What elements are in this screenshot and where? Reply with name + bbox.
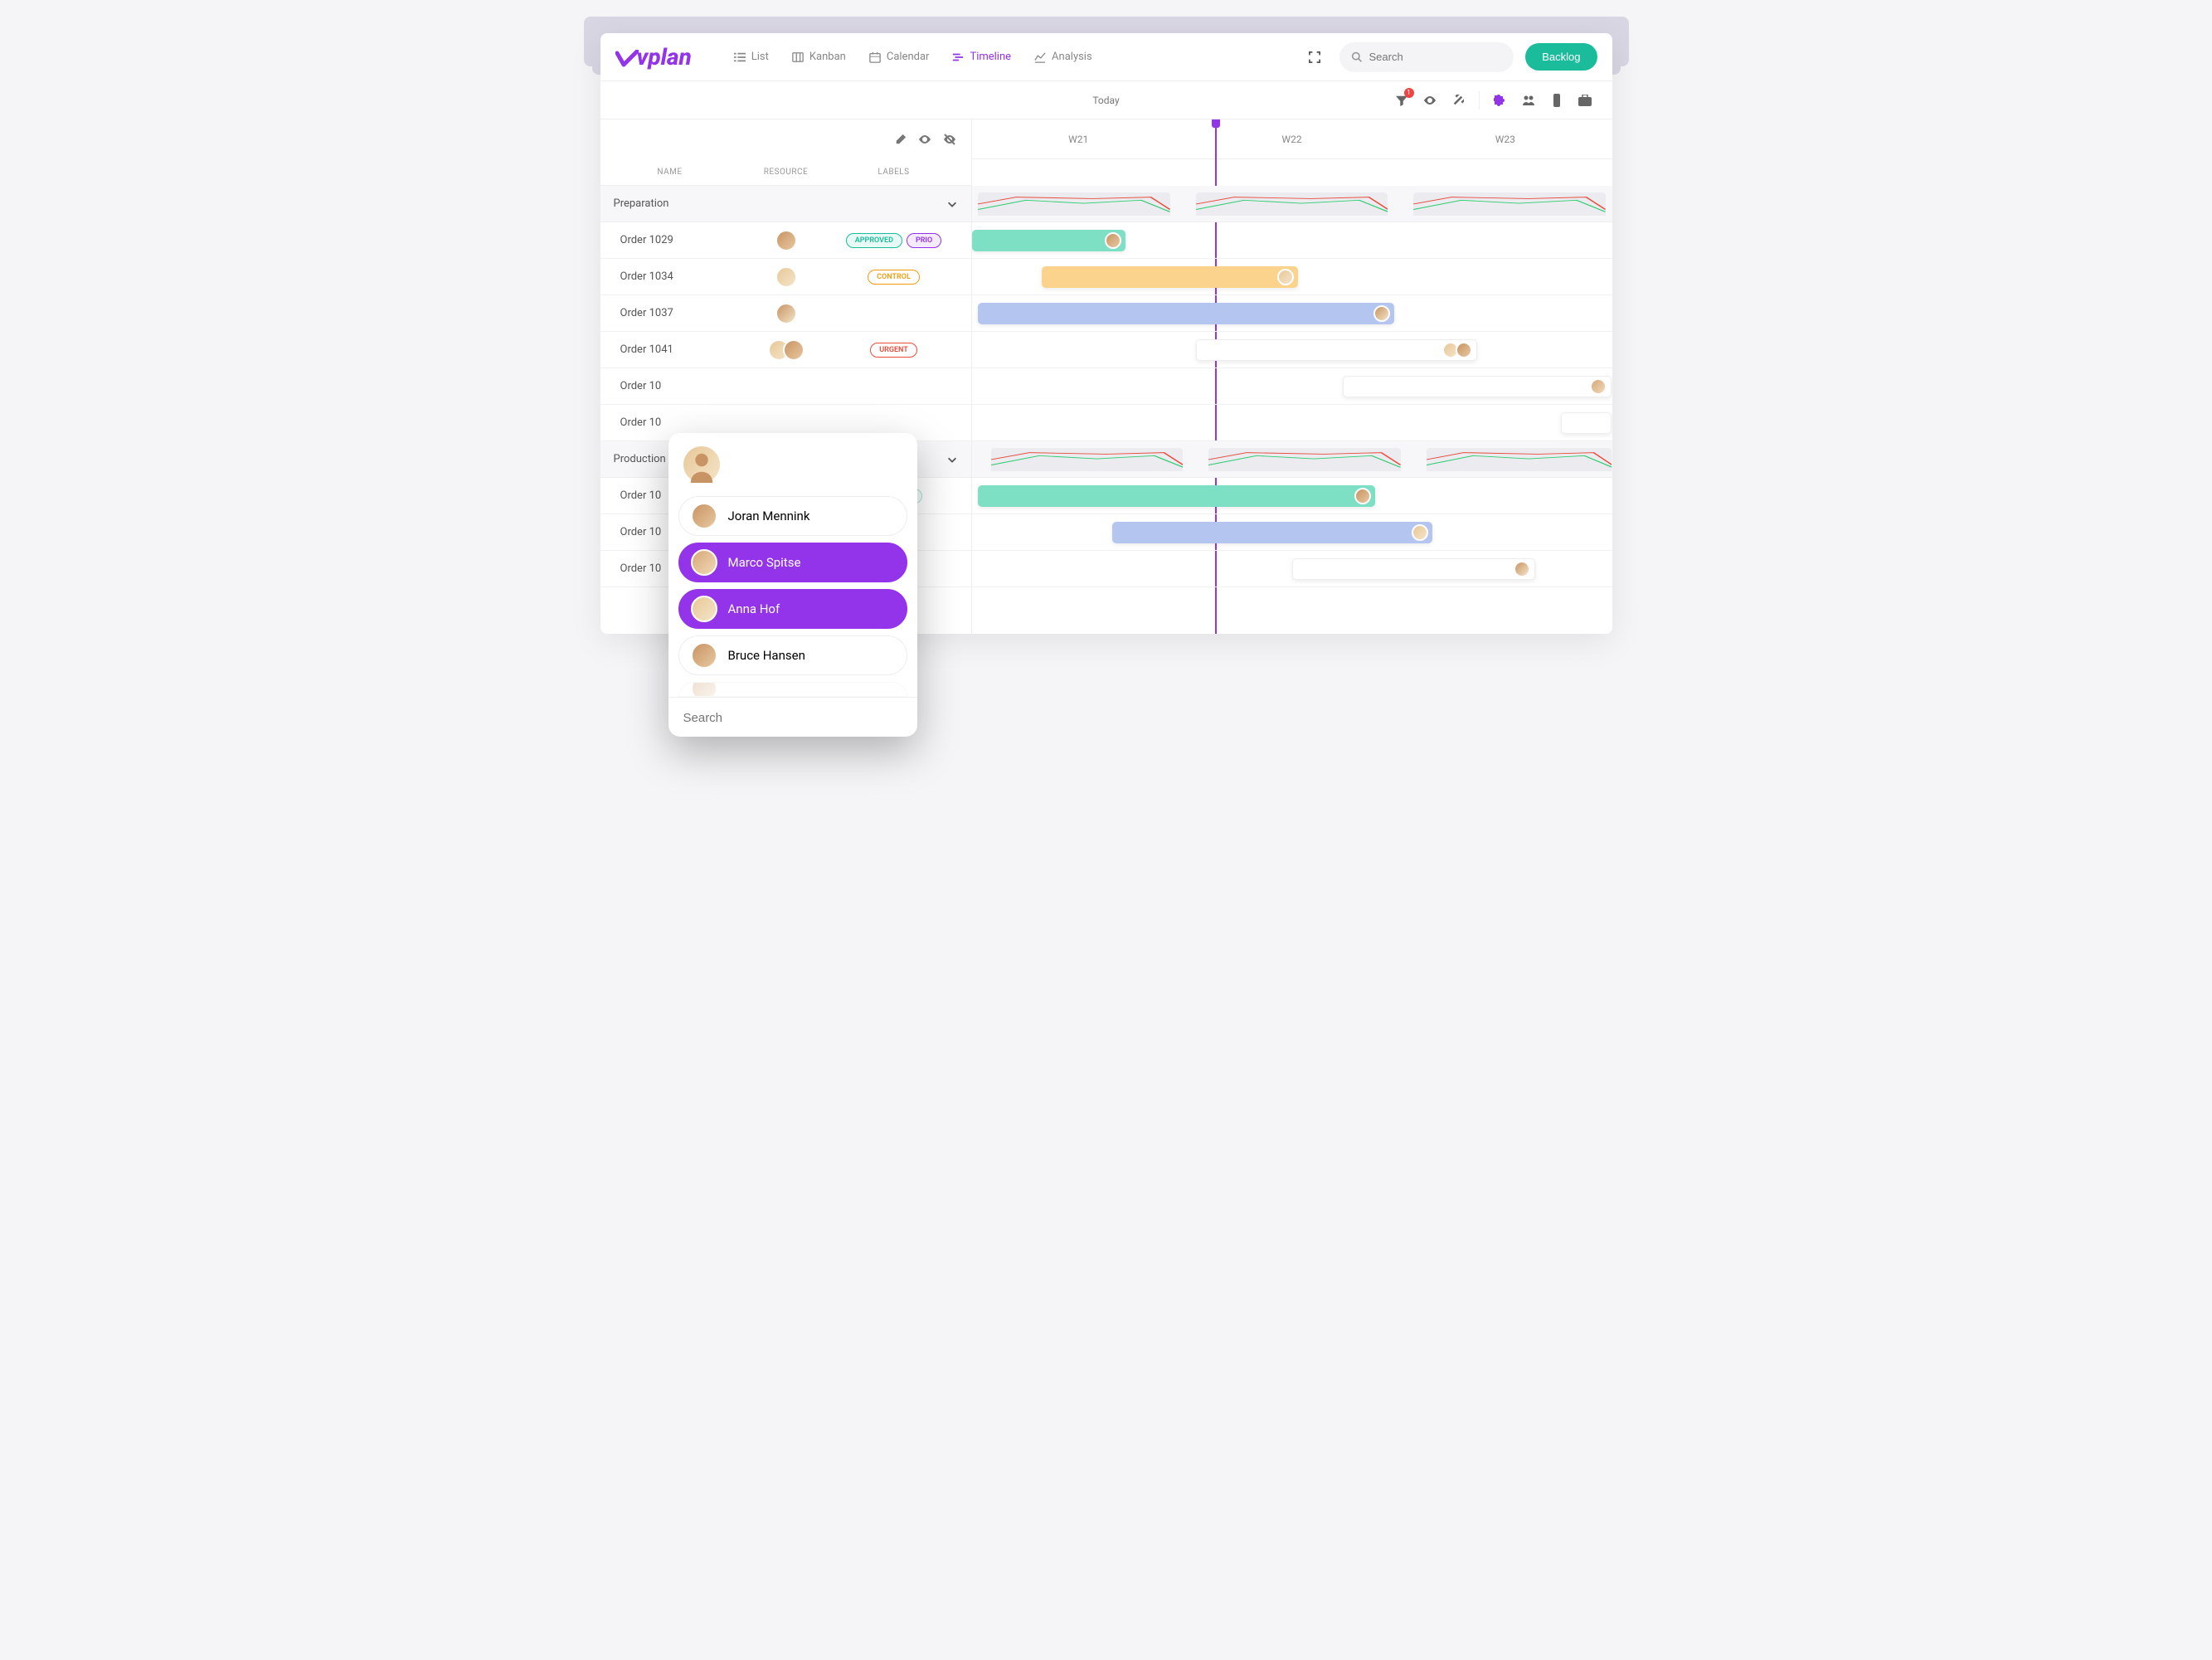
week-header: W23	[1398, 134, 1612, 145]
timeline-bar[interactable]	[1343, 376, 1612, 397]
timeline-bar[interactable]	[978, 303, 1394, 324]
topbar: vplan List Kanban Calendar Timeline Anal…	[600, 33, 1612, 81]
filter-badge: 1	[1404, 88, 1414, 98]
popup-search-input[interactable]	[683, 711, 902, 725]
backlog-button[interactable]: Backlog	[1525, 43, 1597, 71]
chevron-down-icon	[946, 198, 958, 210]
chevron-down-icon	[946, 454, 958, 465]
timeline-bar[interactable]	[978, 485, 1375, 507]
label-approved: APPROVED	[846, 233, 902, 248]
briefcase-icon[interactable]	[1573, 88, 1597, 113]
visibility-icon[interactable]	[1417, 88, 1442, 113]
table-row[interactable]: Order 1037	[600, 295, 971, 332]
view-timeline[interactable]: Timeline	[943, 45, 1020, 69]
edit-icon[interactable]	[895, 134, 907, 145]
view-list[interactable]: List	[725, 45, 778, 69]
col-name: NAME	[600, 168, 740, 177]
person-option-bruce[interactable]: Bruce Hansen	[678, 635, 907, 675]
col-resource: RESOURCE	[740, 168, 833, 177]
timeline-bar[interactable]	[1196, 339, 1478, 361]
view-switcher: List Kanban Calendar Timeline Analysis	[725, 45, 1101, 69]
person-option-marco[interactable]: Marco Spitse	[678, 543, 907, 582]
selected-avatar	[683, 446, 720, 483]
group-icon[interactable]	[1516, 88, 1541, 113]
fullscreen-icon[interactable]	[1301, 44, 1328, 71]
table-row[interactable]: Order 10	[600, 368, 971, 405]
label-control: CONTROL	[868, 270, 920, 285]
eye-off-icon[interactable]	[943, 133, 956, 146]
timeline-bar[interactable]	[1112, 522, 1432, 543]
week-header: W22	[1185, 134, 1398, 145]
search-field[interactable]	[1339, 42, 1514, 72]
group-preparation[interactable]: Preparation	[600, 186, 971, 222]
table-row[interactable]: Order 1041URGENT	[600, 332, 971, 368]
view-analysis[interactable]: Analysis	[1025, 45, 1101, 69]
week-header: W21	[972, 134, 1185, 145]
resource-picker-popup: Joran Mennink Marco Spitse Anna Hof Bruc…	[668, 433, 917, 737]
label-urgent: URGENT	[870, 343, 917, 358]
view-kanban[interactable]: Kanban	[783, 45, 855, 69]
brand-logo: vplan	[615, 43, 692, 71]
timeline-bar[interactable]	[1561, 412, 1612, 434]
search-input[interactable]	[1369, 51, 1503, 63]
toolbar: Today 1	[600, 81, 1612, 119]
filter-icon[interactable]: 1	[1389, 88, 1414, 113]
column-icon[interactable]	[1544, 88, 1569, 113]
label-prio: PRIO	[907, 233, 941, 248]
today-label[interactable]: Today	[1092, 95, 1119, 106]
person-option-anna[interactable]: Anna Hof	[678, 589, 907, 629]
timeline-bar[interactable]	[972, 230, 1125, 251]
col-labels: LABELS	[833, 168, 955, 177]
person-option-more[interactable]	[678, 682, 907, 697]
eye-icon[interactable]	[918, 133, 931, 146]
timeline-bar[interactable]	[1292, 558, 1535, 580]
puzzle-icon[interactable]	[1488, 88, 1513, 113]
timeline-bar[interactable]	[1042, 266, 1298, 288]
table-row[interactable]: Order 1034CONTROL	[600, 259, 971, 295]
person-option-joran[interactable]: Joran Mennink	[678, 496, 907, 536]
tools-icon[interactable]	[1446, 88, 1471, 113]
view-calendar[interactable]: Calendar	[860, 45, 939, 69]
timeline-panel: W21 W22 W23	[972, 119, 1612, 634]
table-row[interactable]: Order 1029APPROVEDPRIO	[600, 222, 971, 259]
